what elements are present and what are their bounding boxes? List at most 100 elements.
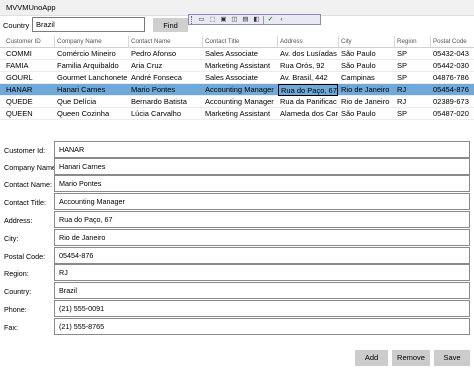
column-header-region[interactable]: Region <box>395 36 430 48</box>
select-element-icon[interactable]: ⬚ <box>208 16 217 24</box>
cell-region: SP <box>397 73 408 82</box>
customer-id-field[interactable] <box>54 141 470 158</box>
contact-title-label: Contact Title: <box>4 198 46 207</box>
table-row[interactable]: GOURL Gourmet Lanchonete André Fonseca S… <box>0 72 474 84</box>
pointer-icon[interactable]: ▭ <box>197 16 206 24</box>
customers-grid: Customer ID Company Name Contact Name Co… <box>0 36 474 120</box>
cell-postal-code: 05442-030 <box>433 61 469 70</box>
window-title: MVVMUnoApp <box>6 3 56 12</box>
cell-customer-id: GOURL <box>6 73 33 82</box>
cell-company-name: Familia Arquibaldo <box>57 61 119 70</box>
cell-contact-title: Sales Associate <box>205 49 258 58</box>
country-field[interactable] <box>54 282 470 299</box>
cell-company-name: Gourmet Lanchonete <box>57 73 128 82</box>
form-row-region: Region: <box>0 264 474 281</box>
country-field-label: Country: <box>4 287 32 296</box>
cell-city: Campinas <box>341 73 375 82</box>
cell-city: Rio de Janeiro <box>341 97 390 106</box>
form-row-postal-code: Postal Code: <box>0 247 474 264</box>
cell-region: SP <box>397 61 408 70</box>
form-row-contact-name: Contact Name: <box>0 175 474 192</box>
region-field[interactable] <box>54 264 470 281</box>
toggle-theme-icon[interactable]: ◧ <box>252 16 261 24</box>
cell-address: Rua da Panificac <box>280 97 337 106</box>
column-header-contact-name[interactable]: Contact Name <box>129 36 203 48</box>
find-button[interactable]: Find <box>153 18 188 32</box>
cell-city: São Paulo <box>341 109 376 118</box>
column-header-city[interactable]: City <box>339 36 395 48</box>
country-search-input[interactable] <box>32 17 145 32</box>
company-name-field[interactable] <box>54 158 470 175</box>
action-buttons: Add Remove Save <box>0 350 474 366</box>
table-row[interactable]: FAMIA Familia Arquibaldo Aria Cruz Marke… <box>0 60 474 72</box>
column-header-postal-code[interactable]: Postal Code <box>431 36 473 48</box>
region-label: Region: <box>4 269 29 278</box>
column-divider[interactable] <box>338 36 339 48</box>
form-row-address: Address: <box>0 211 474 228</box>
table-row-selected[interactable]: HANAR Hanari Carnes Mario Pontes Account… <box>0 84 474 96</box>
collapse-chevron-icon[interactable]: ‹ <box>277 16 286 24</box>
customer-id-label: Customer Id: <box>4 146 46 155</box>
cell-address-editing[interactable]: Rua do Paço, 67 <box>278 84 338 96</box>
track-focus-icon[interactable]: ◫ <box>230 16 239 24</box>
contact-name-field[interactable] <box>54 175 470 192</box>
cell-postal-code: 05487-020 <box>433 109 469 118</box>
cell-company-name: Hanari Carnes <box>57 85 106 94</box>
contact-name-label: Contact Name: <box>4 180 52 189</box>
grid-header: Customer ID Company Name Contact Name Co… <box>0 36 474 48</box>
cell-city: São Paulo <box>341 49 376 58</box>
column-divider[interactable] <box>54 36 55 48</box>
cell-customer-id: QUEEN <box>6 109 33 118</box>
address-field[interactable] <box>54 211 470 228</box>
column-divider[interactable] <box>394 36 395 48</box>
cell-region: RJ <box>397 85 407 94</box>
toolbar-separator <box>263 15 264 24</box>
form-row-phone: Phone: <box>0 300 474 317</box>
cell-contact-name: André Fonseca <box>131 73 182 82</box>
table-row[interactable]: QUEEN Queen Cozinha Lúcia Carvalho Marke… <box>0 108 474 120</box>
postal-code-label: Postal Code: <box>4 252 46 261</box>
fax-label: Fax: <box>4 323 18 332</box>
phone-label: Phone: <box>4 305 27 314</box>
layout-adorner-icon[interactable]: ▣ <box>219 16 228 24</box>
cell-address: Rua Orós, 92 <box>280 61 325 70</box>
toolbar-grip-icon[interactable] <box>191 15 194 24</box>
city-field[interactable] <box>54 229 470 246</box>
phone-field[interactable] <box>54 300 470 317</box>
cell-region: RJ <box>397 97 407 106</box>
hot-reload-icon[interactable]: ✓ <box>266 16 275 24</box>
add-button[interactable]: Add <box>355 350 388 366</box>
cell-customer-id: HANAR <box>6 85 33 94</box>
cell-city: Rio de Janeiro <box>341 85 390 94</box>
form-row-customer-id: Customer Id: <box>0 141 474 158</box>
table-row[interactable]: COMMI Comércio Mineiro Pedro Afonso Sale… <box>0 48 474 60</box>
column-header-address[interactable]: Address <box>278 36 338 48</box>
contact-title-field[interactable] <box>54 193 470 210</box>
table-row[interactable]: QUEDE Que Delícia Bernardo Batista Accou… <box>0 96 474 108</box>
cell-postal-code: 05454-876 <box>433 85 469 94</box>
fax-field[interactable] <box>54 318 470 335</box>
cell-contact-name: Lúcia Carvalho <box>131 109 182 118</box>
display-layout-icon[interactable]: ▤ <box>241 16 250 24</box>
column-header-customer-id[interactable]: Customer ID <box>4 36 54 48</box>
cell-contact-title: Marketing Assistant <box>205 61 271 70</box>
cell-region: SP <box>397 49 408 58</box>
column-divider[interactable] <box>430 36 431 48</box>
address-label: Address: <box>4 216 33 225</box>
cell-contact-name: Pedro Afonso <box>131 49 177 58</box>
column-divider[interactable] <box>277 36 278 48</box>
cell-contact-title: Accounting Manager <box>205 85 274 94</box>
form-row-fax: Fax: <box>0 318 474 335</box>
cell-company-name: Comércio Mineiro <box>57 49 116 58</box>
column-header-company-name[interactable]: Company Name <box>55 36 128 48</box>
postal-code-field[interactable] <box>54 247 470 264</box>
save-button[interactable]: Save <box>434 350 470 366</box>
column-divider[interactable] <box>202 36 203 48</box>
form-row-city: City: <box>0 229 474 246</box>
cell-region: SP <box>397 109 408 118</box>
cell-address: Av. Brasil, 442 <box>280 73 328 82</box>
column-header-contact-title[interactable]: Contact Title <box>203 36 278 48</box>
remove-button[interactable]: Remove <box>392 350 430 366</box>
column-divider[interactable] <box>128 36 129 48</box>
cell-contact-name: Bernardo Batista <box>131 97 187 106</box>
